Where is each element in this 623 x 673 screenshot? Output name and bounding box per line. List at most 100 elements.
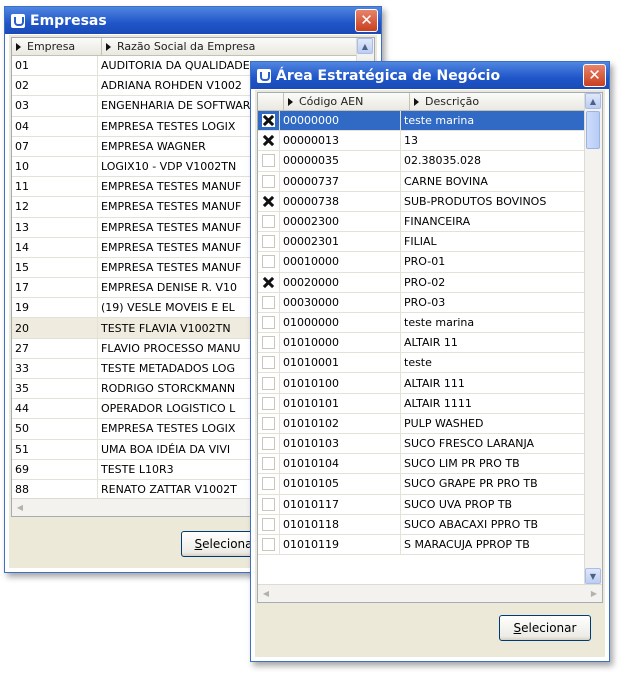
- column-header-razao-social[interactable]: Razão Social da Empresa: [102, 38, 357, 55]
- checkbox[interactable]: [262, 497, 275, 511]
- checkbox[interactable]: [262, 235, 275, 249]
- checkbox-cell[interactable]: [258, 232, 280, 252]
- table-row[interactable]: 01010100 ALTAIR 111: [258, 373, 585, 394]
- checkbox-cell[interactable]: [258, 111, 280, 131]
- descricao-cell: teste: [401, 353, 585, 373]
- column-header-descricao[interactable]: Descrição: [410, 93, 585, 110]
- checkbox[interactable]: [262, 315, 275, 329]
- checkbox[interactable]: [262, 437, 275, 451]
- aen-hscroll[interactable]: ◀ ▶: [258, 584, 602, 602]
- table-row[interactable]: 01010117 SUCO UVA PROP TB: [258, 494, 585, 515]
- descricao-cell: ALTAIR 11: [401, 333, 585, 353]
- descricao-cell: SUCO FRESCO LARANJA: [401, 434, 585, 454]
- checkbox-cell[interactable]: [258, 171, 280, 191]
- close-icon[interactable]: ✕: [355, 9, 378, 32]
- checkbox-x-icon[interactable]: [262, 134, 275, 147]
- scroll-left-icon[interactable]: ◀: [12, 499, 28, 515]
- checkbox[interactable]: [262, 517, 275, 531]
- checkbox[interactable]: [262, 376, 275, 390]
- close-icon[interactable]: ✕: [583, 64, 606, 87]
- checkbox-x-icon[interactable]: [262, 195, 275, 208]
- checkbox[interactable]: [262, 255, 275, 269]
- checkbox-cell[interactable]: [258, 191, 280, 211]
- table-row[interactable]: 01010103 SUCO FRESCO LARANJA: [258, 434, 585, 455]
- aen-select-button[interactable]: Selecionar: [499, 615, 591, 641]
- checkbox-cell[interactable]: [258, 514, 280, 534]
- empresa-code-cell: 14: [12, 237, 98, 257]
- table-row[interactable]: 01010118 SUCO ABACAXI PPRO TB: [258, 514, 585, 535]
- checkbox-cell[interactable]: [258, 413, 280, 433]
- scroll-up-icon[interactable]: ▲: [585, 93, 601, 109]
- checkbox-x-icon[interactable]: [262, 276, 275, 289]
- table-row[interactable]: 00000035 02.38035.028: [258, 151, 585, 172]
- checkbox[interactable]: [262, 295, 275, 309]
- checkbox-cell[interactable]: [258, 272, 280, 292]
- checkbox-cell[interactable]: [258, 151, 280, 171]
- aen-titlebar[interactable]: Área Estratégica de Negócio ✕: [251, 62, 609, 89]
- aen-vscroll[interactable]: ▲ ▼: [584, 93, 602, 584]
- empresas-titlebar[interactable]: Empresas ✕: [5, 7, 381, 34]
- codigo-aen-cell: 01010101: [280, 393, 401, 413]
- checkbox-x-icon[interactable]: [262, 114, 275, 128]
- empresa-code-cell: 10: [12, 156, 98, 177]
- empresa-code-cell: 69: [12, 459, 98, 479]
- table-row[interactable]: 00000013 13: [258, 131, 585, 152]
- aen-scroll-thumb[interactable]: [586, 111, 600, 149]
- checkbox[interactable]: [262, 538, 275, 552]
- codigo-aen-cell: 00020000: [280, 272, 401, 292]
- table-row[interactable]: 01010102 PULP WASHED: [258, 413, 585, 434]
- scroll-right-icon[interactable]: ▶: [586, 585, 602, 601]
- column-header-codigo-aen[interactable]: Código AEN: [284, 93, 410, 110]
- checkbox[interactable]: [262, 396, 275, 410]
- checkbox-cell[interactable]: [258, 211, 280, 232]
- checkbox-cell[interactable]: [258, 454, 280, 474]
- checkbox[interactable]: [262, 356, 275, 370]
- checkbox-cell[interactable]: [258, 353, 280, 373]
- table-row[interactable]: 00000737 CARNE BOVINA: [258, 171, 585, 192]
- checkbox-cell[interactable]: [258, 534, 280, 555]
- checkbox-cell[interactable]: [258, 252, 280, 272]
- table-row[interactable]: 01010104 SUCO LIM PR PRO TB: [258, 454, 585, 475]
- table-row[interactable]: 01010001 teste: [258, 353, 585, 374]
- scroll-down-icon[interactable]: ▼: [585, 568, 601, 584]
- checkbox-cell[interactable]: [258, 312, 280, 333]
- codigo-aen-cell: 01010000: [280, 333, 401, 353]
- checkbox-cell[interactable]: [258, 474, 280, 494]
- checkbox[interactable]: [262, 477, 275, 491]
- table-row[interactable]: 01010000 ALTAIR 11: [258, 333, 585, 354]
- codigo-aen-cell: 00000000: [280, 111, 401, 131]
- checkbox[interactable]: [262, 154, 275, 168]
- table-row[interactable]: 01010101 ALTAIR 1111: [258, 393, 585, 414]
- empresa-code-cell: 01: [12, 56, 98, 76]
- scroll-up-icon[interactable]: ▲: [357, 38, 373, 54]
- empresa-code-cell: 44: [12, 399, 98, 419]
- empresa-code-cell: 33: [12, 358, 98, 378]
- checkbox-cell[interactable]: [258, 393, 280, 413]
- checkbox[interactable]: [262, 336, 275, 350]
- checkbox-cell[interactable]: [258, 292, 280, 312]
- table-row[interactable]: 00030000 PRO-03: [258, 292, 585, 313]
- table-row[interactable]: 00020000 PRO-02: [258, 272, 585, 293]
- checkbox[interactable]: [262, 457, 275, 471]
- checkbox[interactable]: [262, 215, 275, 229]
- table-row[interactable]: 00010000 PRO-01: [258, 252, 585, 273]
- table-row[interactable]: 01010119 S MARACUJA PPROP TB: [258, 534, 585, 556]
- checkbox-cell[interactable]: [258, 434, 280, 454]
- checkbox-cell[interactable]: [258, 373, 280, 393]
- empresa-code-cell: 88: [12, 479, 98, 500]
- scroll-left-icon[interactable]: ◀: [258, 585, 274, 601]
- checkbox-cell[interactable]: [258, 131, 280, 151]
- table-row[interactable]: 00002300 FINANCEIRA: [258, 211, 585, 233]
- descricao-cell: 13: [401, 131, 585, 151]
- table-row[interactable]: 01000000 teste marina: [258, 312, 585, 334]
- table-row[interactable]: 00000738 SUB-PRODUTOS BOVINOS: [258, 191, 585, 212]
- table-row[interactable]: 01010105 SUCO GRAPE PR PRO TB: [258, 474, 585, 495]
- checkbox-cell[interactable]: [258, 494, 280, 514]
- table-row[interactable]: 00000000 teste marina: [258, 111, 585, 132]
- table-row[interactable]: 00002301 FILIAL: [258, 232, 585, 253]
- column-header-empresa[interactable]: Empresa: [12, 38, 102, 55]
- empresa-code-cell: 50: [12, 419, 98, 439]
- checkbox[interactable]: [262, 174, 275, 188]
- checkbox[interactable]: [262, 416, 275, 430]
- checkbox-cell[interactable]: [258, 333, 280, 353]
